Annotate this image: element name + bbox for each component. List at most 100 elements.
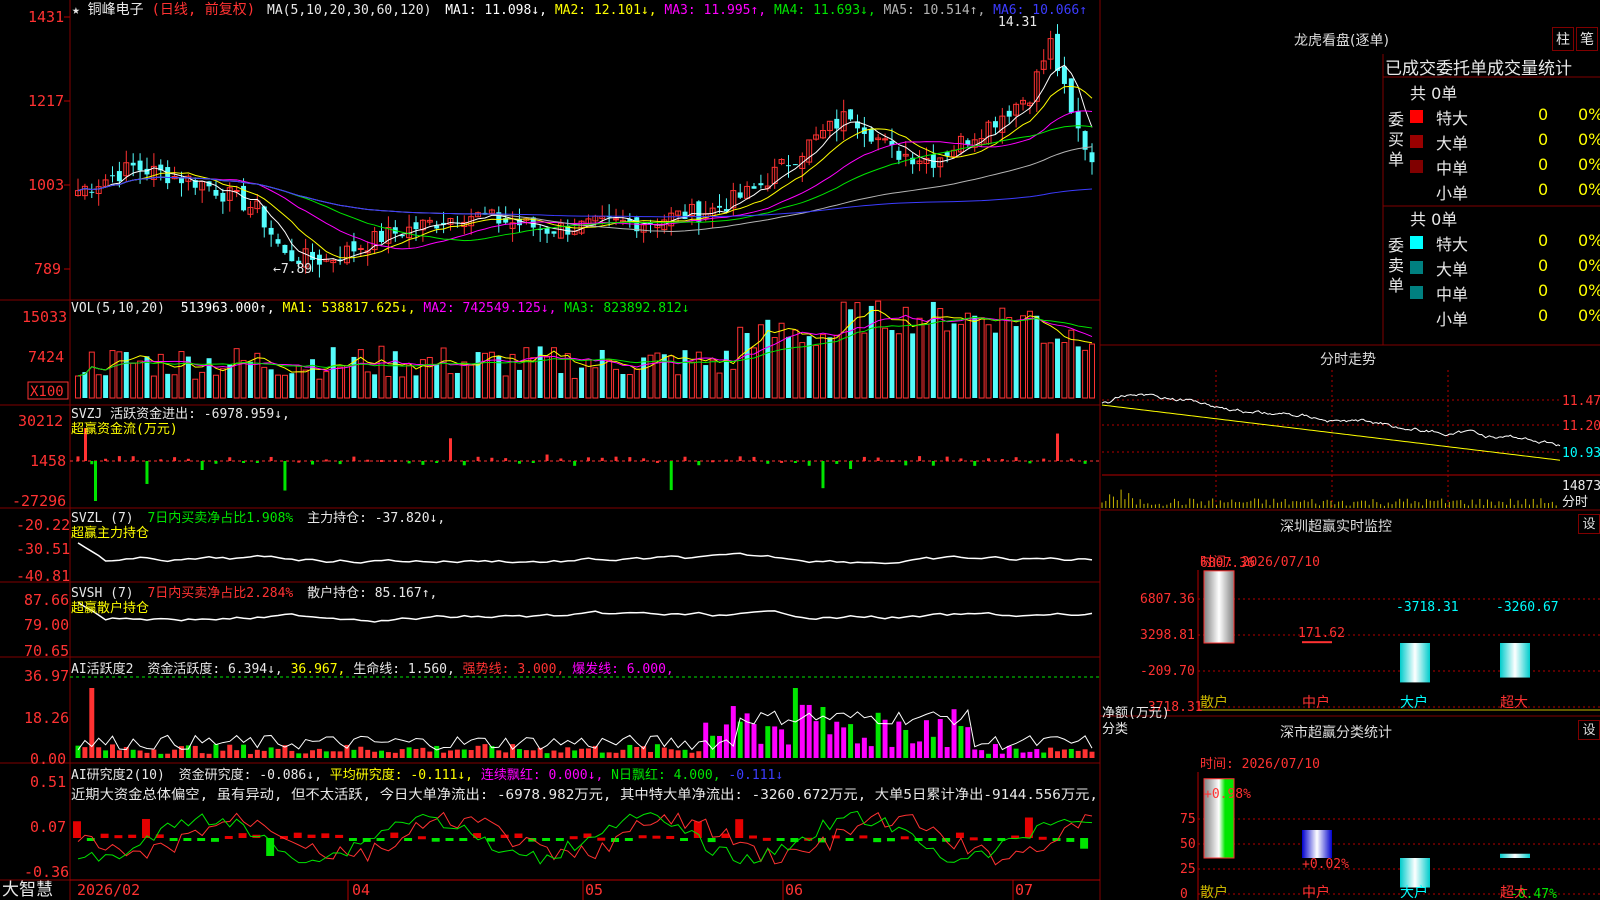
research-bar [404,838,413,841]
volume-bar [1055,338,1060,398]
ai-research-header: AI研究度2(10) 资金研究度: -0.086↓, 平均研究度: -0.111… [71,767,783,783]
research-bar [348,838,357,841]
svzj-bar [490,457,494,461]
candle-down [758,183,764,186]
ai-active-bar [213,744,219,758]
research-bar [293,832,302,838]
volume-bar [116,351,123,399]
volume-bar [709,359,716,399]
ai-active-bar [854,743,860,758]
svzj-bar [448,438,452,461]
ai-active-bar [841,727,847,758]
order-pct: 0% [1578,281,1600,300]
sz-monitor-settings-button[interactable]: 设 [1578,514,1600,534]
candle-down [848,109,854,120]
svzj-bar [1028,461,1032,464]
kline-candles[interactable] [75,24,1095,278]
tick-mode-button[interactable]: 笔 [1576,27,1598,51]
ai-active-bar [448,750,453,758]
candle-down [737,192,743,198]
svzj-bar [752,456,756,461]
research-bar [983,838,992,841]
ai-active-bar [744,713,750,758]
ai-active-bar [316,748,322,758]
candle-down [965,140,971,145]
order-type: 大单 [1436,134,1469,153]
order-row: 中单 0 0% [1410,281,1600,304]
research-bar [390,832,399,838]
svzj-bar [393,459,397,462]
panel-bar [1500,643,1530,678]
volume-bar [1082,349,1089,399]
research-bar [900,836,909,840]
svzj-bar [642,458,646,461]
svzj-bar [766,461,770,464]
volume-bar [558,373,564,398]
volume-bar [744,333,750,398]
color-swatch [1410,110,1423,123]
research-bar [569,836,578,840]
candle-down [896,150,902,160]
ai-active-bar [110,744,115,758]
order-type: 小单 [1436,310,1469,329]
volume-bar [1047,342,1054,399]
svg-text:-0.36: -0.36 [24,863,69,881]
candle-down [992,121,998,128]
volume-bar [295,365,302,399]
volume-bar [109,350,116,399]
ai-active-bar [234,750,240,758]
candle-down [289,250,295,262]
svzj-bar [1083,461,1087,464]
bar-mode-button[interactable]: 柱 [1552,27,1574,51]
ai-active-bar [247,753,253,758]
ai-active-bar [192,745,198,758]
ai-active-bar [986,753,992,758]
panel-category: 中户 [1302,694,1330,711]
research-bar [735,819,744,838]
panel-y-label: 6807.36 [1140,592,1195,607]
panel-bar [1302,641,1332,644]
ai-active-bar [427,751,433,758]
ai-active-header: AI活跃度2 资金活跃度: 6.394↓, 36.967, 生命线: 1.560… [71,661,674,677]
svzj-bar [987,458,991,461]
ai-active-bar [599,752,605,758]
ai-active-bar [958,726,964,758]
panel-y-label: 75 [1180,812,1196,827]
research-bar [652,835,661,839]
volume-bar [641,357,647,398]
panel-axis-label: 分类 [1102,722,1128,737]
ai-active-bar [820,706,826,758]
ai-active-bar [730,706,736,758]
svzj-subtitle: 超赢资金流(万元) [71,421,178,437]
ai-active-bar [675,750,681,758]
volume-bar [1040,342,1047,399]
candle-down [1006,110,1012,117]
svzj-bar [462,461,466,466]
volume-bar [392,351,398,398]
volume-bar [778,322,785,399]
intraday-chart[interactable]: 11.47 11.20 10.93 14873分时 [1101,370,1600,510]
volume-bar [868,305,874,398]
sz-monitor-chart: 时间: 2026/07/106807.363298.81-209.70-3718… [1102,555,1600,737]
volume-bar [82,372,88,398]
order-count: 0 [1538,256,1549,275]
panel-category: 超大 [1500,695,1528,711]
volume-bar [399,376,406,399]
ai-active-bar [689,752,695,758]
ai-active-bar [137,750,143,758]
ai-active-bar [648,751,654,758]
svzj-bar [255,461,259,463]
ai-active-bar [1068,748,1074,758]
intraday-bottom-label: 分时 [1562,495,1588,510]
svzj-bar [697,461,701,466]
volume-bar [1068,329,1075,399]
volume-bar [999,307,1006,399]
svzj-bar [738,456,742,461]
panel-bar-change: +0.02% [1302,857,1349,872]
volume-bar [261,366,268,399]
svzj-bar [559,458,563,461]
svzj-bar [421,461,425,465]
ai-active-bar [772,726,778,758]
sz-stats-settings-button[interactable]: 设 [1578,720,1600,740]
chart-area[interactable]: 11.47 11.20 10.93 14873分时 1431 1217 1003 78… [0,0,1600,900]
